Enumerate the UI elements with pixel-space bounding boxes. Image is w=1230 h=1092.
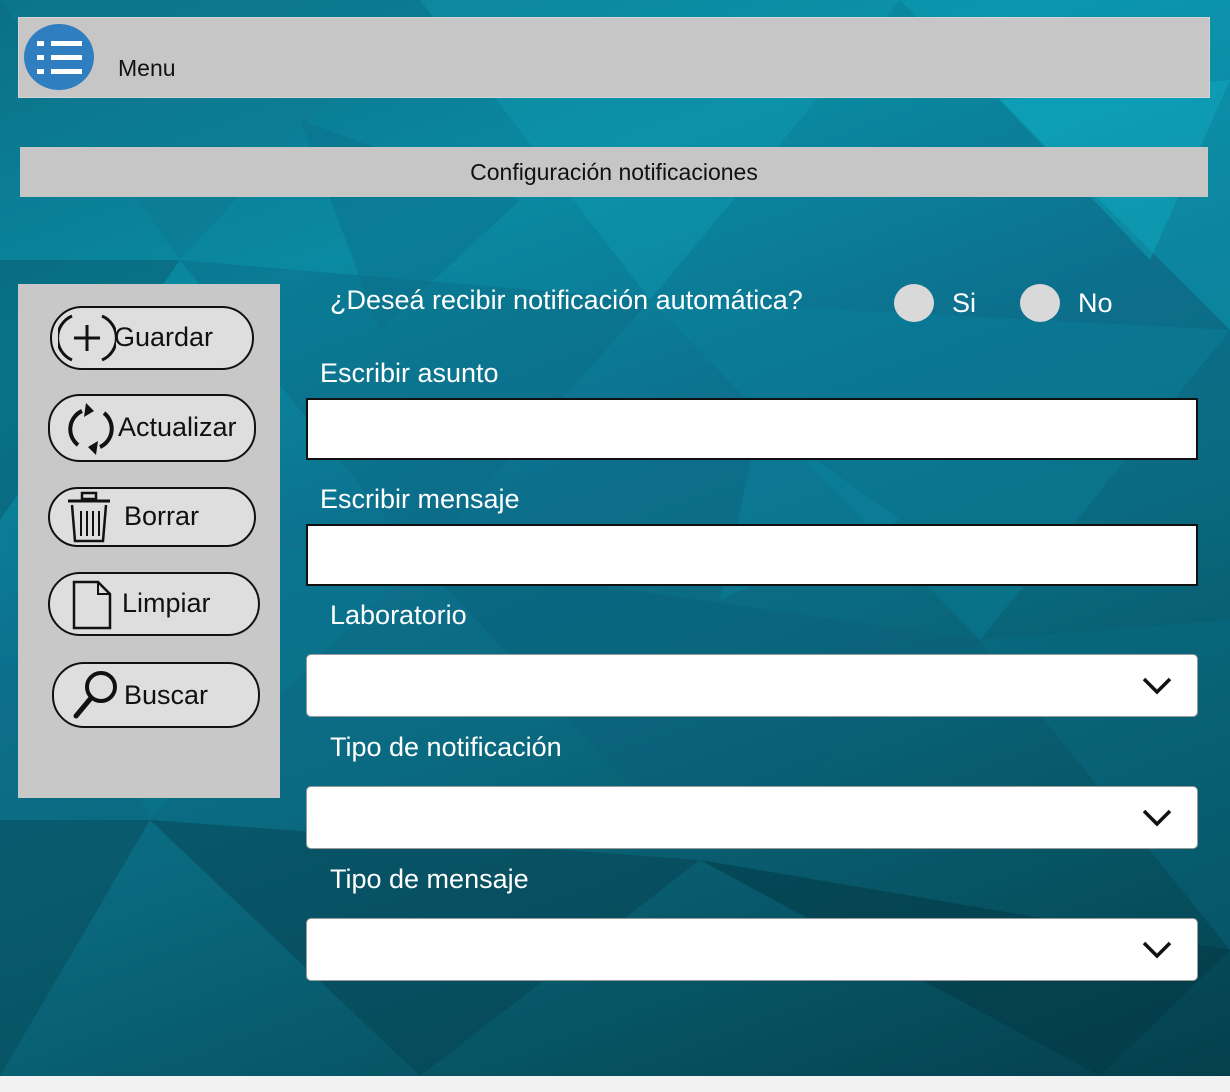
bottom-strip xyxy=(0,1076,1230,1092)
laboratory-select[interactable] xyxy=(306,654,1198,717)
subject-label: Escribir asunto xyxy=(320,358,499,388)
radio-yes-label: Si xyxy=(952,288,977,318)
chevron-down-icon xyxy=(1142,809,1172,827)
page-title: Configuración notificaciones xyxy=(470,158,758,185)
delete-label: Borrar xyxy=(124,501,200,531)
delete-button[interactable]: Borrar xyxy=(48,487,256,547)
notification-type-select[interactable] xyxy=(306,786,1198,849)
notification-type-label: Tipo de notificación xyxy=(330,732,562,762)
document-icon xyxy=(72,580,112,630)
search-icon xyxy=(73,671,117,719)
trash-icon xyxy=(68,491,110,543)
refresh-icon xyxy=(68,403,114,455)
clear-label: Limpiar xyxy=(122,588,211,618)
save-label: Guardar xyxy=(114,322,214,352)
list-icon xyxy=(37,41,44,46)
message-label: Escribir mensaje xyxy=(320,484,520,514)
chevron-down-icon xyxy=(1142,941,1172,959)
laboratory-label: Laboratorio xyxy=(330,600,467,630)
subject-input[interactable] xyxy=(306,398,1198,460)
save-button[interactable]: Guardar xyxy=(50,306,254,370)
search-label: Buscar xyxy=(124,680,209,710)
auto-notification-question: ¿Deseá recibir notificación automática? xyxy=(330,285,803,315)
message-type-label: Tipo de mensaje xyxy=(330,864,529,894)
radio-no[interactable] xyxy=(1020,284,1060,322)
menu-button[interactable] xyxy=(24,24,94,90)
search-button[interactable]: Buscar xyxy=(52,662,260,728)
chevron-down-icon xyxy=(1142,677,1172,695)
refresh-label: Actualizar xyxy=(118,412,237,442)
radio-no-label: No xyxy=(1078,288,1113,318)
refresh-button[interactable]: Actualizar xyxy=(48,394,256,462)
plus-circle-icon xyxy=(58,314,116,362)
clear-button[interactable]: Limpiar xyxy=(48,572,260,636)
menu-label[interactable]: Menu xyxy=(118,55,176,82)
message-type-select[interactable] xyxy=(306,918,1198,981)
top-bar xyxy=(18,17,1210,98)
radio-yes[interactable] xyxy=(894,284,934,322)
message-input[interactable] xyxy=(306,524,1198,586)
page-title-bar: Configuración notificaciones xyxy=(20,147,1208,197)
